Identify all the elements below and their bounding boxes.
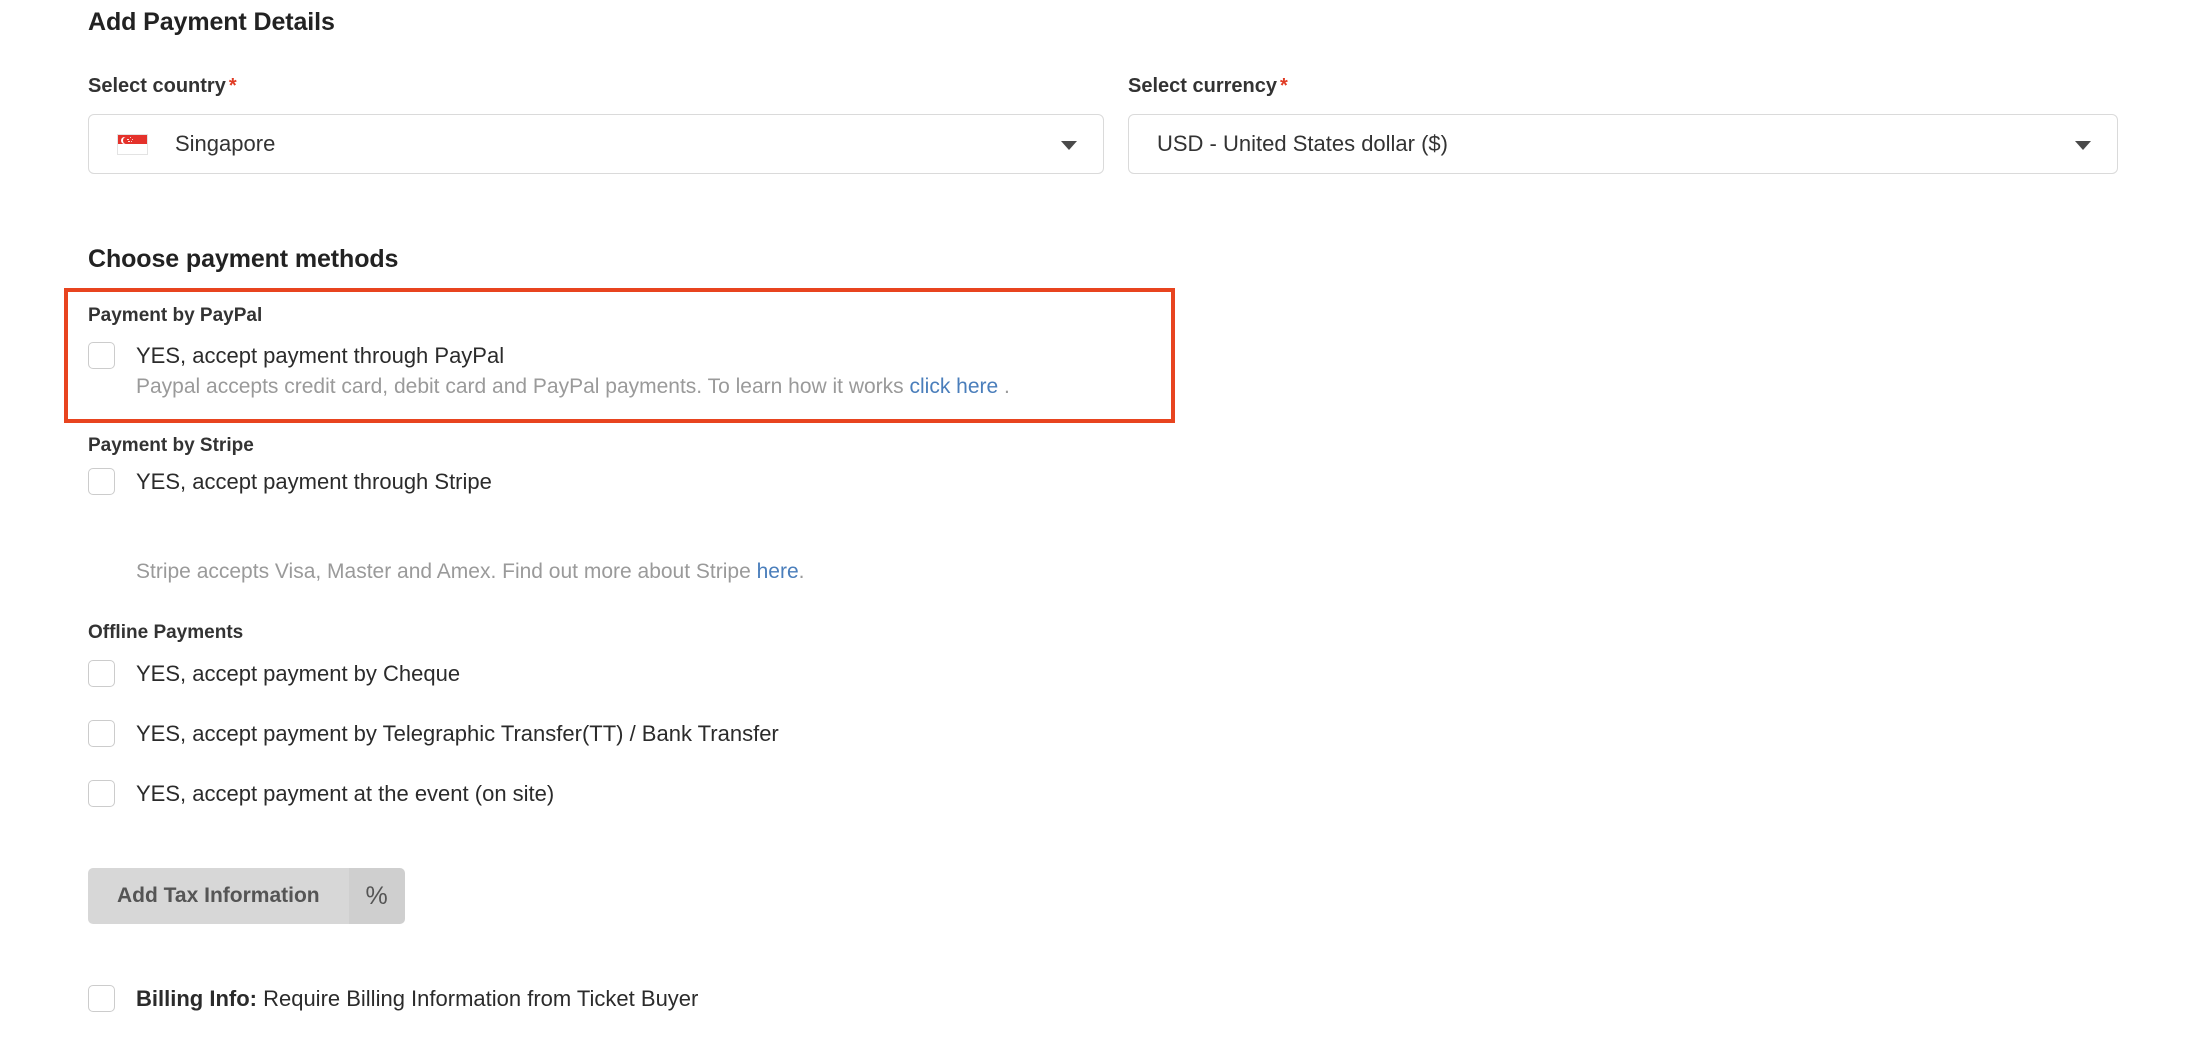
- add-tax-information-label: Add Tax Information: [88, 868, 349, 924]
- currency-label-text: Select currency: [1128, 75, 1277, 97]
- stripe-checkbox[interactable]: [88, 468, 115, 495]
- stripe-group-title: Payment by Stripe: [88, 435, 254, 456]
- add-tax-information-button[interactable]: Add Tax Information %: [88, 868, 405, 924]
- currency-select[interactable]: USD - United States dollar ($): [1128, 114, 2118, 174]
- currency-label: Select currency *: [1128, 75, 1288, 98]
- offline-cheque-checkbox[interactable]: [88, 660, 115, 687]
- country-select-value: Singapore: [175, 131, 276, 156]
- page-title: Add Payment Details: [88, 8, 335, 36]
- paypal-checkbox[interactable]: [88, 342, 115, 369]
- paypal-description-suffix: .: [998, 375, 1010, 398]
- billing-info-row[interactable]: Billing Info: Require Billing Informatio…: [88, 985, 698, 1012]
- offline-cheque-label: YES, accept payment by Cheque: [136, 661, 461, 686]
- paypal-description: Paypal accepts credit card, debit card a…: [136, 373, 1010, 400]
- billing-info-checkbox[interactable]: [88, 985, 115, 1012]
- offline-onsite-checkbox[interactable]: [88, 780, 115, 807]
- offline-bank-transfer-label: YES, accept payment by Telegraphic Trans…: [136, 721, 779, 746]
- country-label: Select country *: [88, 75, 237, 98]
- stripe-checkbox-label: YES, accept payment through Stripe: [136, 469, 492, 494]
- stripe-checkbox-row[interactable]: YES, accept payment through Stripe: [88, 468, 492, 495]
- required-asterisk: *: [1279, 75, 1288, 97]
- choose-payment-methods-heading: Choose payment methods: [88, 245, 399, 273]
- stripe-description-suffix: .: [798, 560, 805, 583]
- paypal-click-here-link[interactable]: click here: [910, 375, 999, 398]
- billing-info-label: Billing Info: Require Billing Informatio…: [136, 985, 698, 1012]
- percent-icon[interactable]: %: [348, 868, 405, 924]
- stripe-description-text: Stripe accepts Visa, Master and Amex. Fi…: [136, 560, 757, 583]
- payment-details-page: Add Payment Details Select country * Sele…: [0, 0, 2204, 1052]
- required-asterisk: *: [228, 75, 237, 97]
- offline-onsite-label: YES, accept payment at the event (on sit…: [136, 781, 555, 806]
- billing-info-label-rest: Require Billing Information from Ticket …: [256, 986, 699, 1011]
- paypal-group-title: Payment by PayPal: [88, 305, 263, 326]
- chevron-down-icon[interactable]: [2075, 141, 2091, 150]
- stripe-description: Stripe accepts Visa, Master and Amex. Fi…: [136, 558, 804, 585]
- offline-cheque-row[interactable]: YES, accept payment by Cheque: [88, 660, 460, 687]
- paypal-description-text: Paypal accepts credit card, debit card a…: [136, 375, 910, 398]
- offline-onsite-row[interactable]: YES, accept payment at the event (on sit…: [88, 780, 554, 807]
- currency-select-value: USD - United States dollar ($): [1157, 131, 1448, 156]
- offline-bank-transfer-row[interactable]: YES, accept payment by Telegraphic Trans…: [88, 720, 779, 747]
- offline-group-title: Offline Payments: [88, 622, 244, 643]
- billing-info-label-bold: Billing Info:: [136, 986, 257, 1011]
- singapore-flag-icon: [117, 133, 148, 155]
- paypal-checkbox-row[interactable]: YES, accept payment through PayPal: [88, 342, 504, 369]
- country-select[interactable]: Singapore: [88, 114, 1104, 174]
- stripe-here-link[interactable]: here: [757, 560, 799, 583]
- chevron-down-icon[interactable]: [1061, 141, 1077, 150]
- country-label-text: Select country: [88, 75, 226, 97]
- paypal-checkbox-label: YES, accept payment through PayPal: [136, 343, 505, 368]
- offline-bank-transfer-checkbox[interactable]: [88, 720, 115, 747]
